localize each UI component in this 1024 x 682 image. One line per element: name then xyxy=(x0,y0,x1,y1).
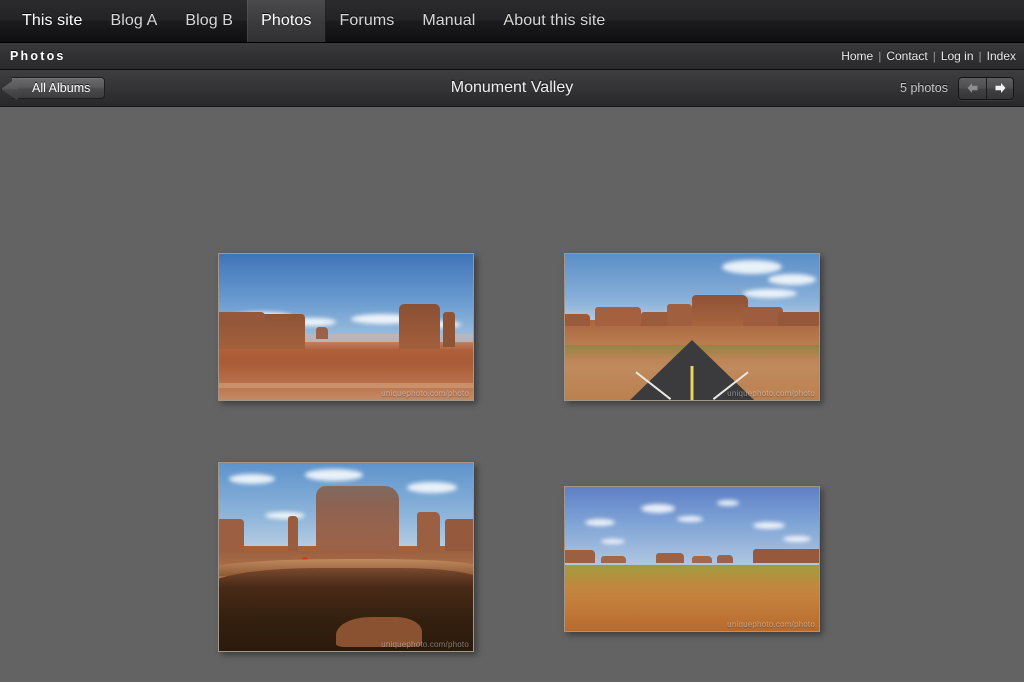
nav-tab-blog-b[interactable]: Blog B xyxy=(171,0,247,42)
cloud-shape xyxy=(601,539,625,544)
cloud-shape xyxy=(783,536,811,542)
pagination-controls xyxy=(958,77,1014,100)
nav-tab-label: This site xyxy=(22,12,82,30)
all-albums-label: All Albums xyxy=(32,81,90,95)
all-albums-back-button[interactable]: All Albums xyxy=(12,77,105,99)
photo-image: uniquephoto.com/photo xyxy=(219,463,473,651)
cloud-shape xyxy=(677,516,703,522)
butte-shape xyxy=(316,486,400,554)
next-page-button[interactable] xyxy=(986,78,1013,99)
butte-shape xyxy=(743,307,784,326)
butte-shape xyxy=(417,512,440,551)
butte-shape xyxy=(692,556,712,563)
road-edge xyxy=(630,340,754,400)
nav-tab-label: Photos xyxy=(261,12,311,30)
butte-shape xyxy=(595,307,641,326)
album-title: Monument Valley xyxy=(0,79,1024,97)
photo-gallery-grid: uniquephoto.com/photo uniqu xyxy=(0,107,1024,682)
photo-thumbnail[interactable]: uniquephoto.com/photo xyxy=(564,486,820,632)
cloud-shape xyxy=(585,519,615,526)
butte-shape xyxy=(717,555,732,564)
album-toolbar: All Albums Monument Valley 5 photos xyxy=(0,70,1024,107)
butte-shape xyxy=(565,550,595,563)
link-separator: | xyxy=(933,49,936,63)
arrow-left-icon xyxy=(966,82,979,94)
photo-image: uniquephoto.com/photo xyxy=(565,254,819,400)
cloud-shape xyxy=(305,469,363,481)
link-contact[interactable]: Contact xyxy=(886,49,927,63)
nav-tab-blog-a[interactable]: Blog A xyxy=(96,0,171,42)
nav-tab-forums[interactable]: Forums xyxy=(326,0,409,42)
butte-shape xyxy=(316,327,329,339)
nav-tab-photos[interactable]: Photos xyxy=(247,0,325,42)
butte-shape xyxy=(753,549,819,563)
foreground-sand xyxy=(219,383,473,389)
nav-tab-label: Forums xyxy=(340,12,395,30)
cloud-shape xyxy=(743,289,797,298)
butte-shape xyxy=(601,556,626,563)
link-log-in[interactable]: Log in xyxy=(941,49,974,63)
cloud-shape xyxy=(265,512,305,519)
nav-tab-label: Manual xyxy=(422,12,475,30)
nav-tab-label: About this site xyxy=(503,12,605,30)
butte-shape xyxy=(219,519,244,551)
butte-shape xyxy=(445,519,473,551)
nav-tab-manual[interactable]: Manual xyxy=(408,0,489,42)
section-header-bar: Photos Home | Contact | Log in | Index xyxy=(0,43,1024,70)
photo-thumbnail[interactable]: uniquephoto.com/photo xyxy=(218,462,474,652)
photo-thumbnail[interactable]: uniquephoto.com/photo xyxy=(564,253,820,401)
photo-image: uniquephoto.com/photo xyxy=(219,254,473,400)
butte-shape xyxy=(656,553,684,563)
nav-tab-label: Blog A xyxy=(110,12,157,30)
link-separator: | xyxy=(979,49,982,63)
link-separator: | xyxy=(878,49,881,63)
butte-shape xyxy=(778,312,819,325)
cloud-shape xyxy=(722,260,782,274)
butte-shape xyxy=(667,304,692,326)
cloud-shape xyxy=(407,482,457,493)
nav-tab-label: Blog B xyxy=(185,12,233,30)
user-links: Home | Contact | Log in | Index xyxy=(841,49,1016,63)
photo-thumbnail[interactable]: uniquephoto.com/photo xyxy=(218,253,474,401)
butte-shape xyxy=(692,295,748,326)
main-navigation-bar: This site Blog A Blog B Photos Forums Ma… xyxy=(0,0,1024,43)
arrow-right-icon xyxy=(994,82,1007,94)
album-toolbar-right: 5 photos xyxy=(900,77,1014,100)
photo-count-label: 5 photos xyxy=(900,81,948,95)
scrub-band xyxy=(565,565,819,585)
nav-tab-this-site[interactable]: This site xyxy=(8,0,96,42)
nav-tab-about-this-site[interactable]: About this site xyxy=(489,0,619,42)
photo-image: uniquephoto.com/photo xyxy=(565,487,819,631)
butte-shape xyxy=(288,516,298,552)
butte-shape xyxy=(219,312,265,321)
butte-shape xyxy=(392,342,453,352)
cloud-shape xyxy=(753,522,785,529)
link-index[interactable]: Index xyxy=(987,49,1016,63)
previous-page-button[interactable] xyxy=(959,78,986,99)
link-home[interactable]: Home xyxy=(841,49,873,63)
butte-shape xyxy=(565,314,590,326)
ledge-foreground-rock xyxy=(336,617,422,647)
section-title: Photos xyxy=(10,49,66,63)
